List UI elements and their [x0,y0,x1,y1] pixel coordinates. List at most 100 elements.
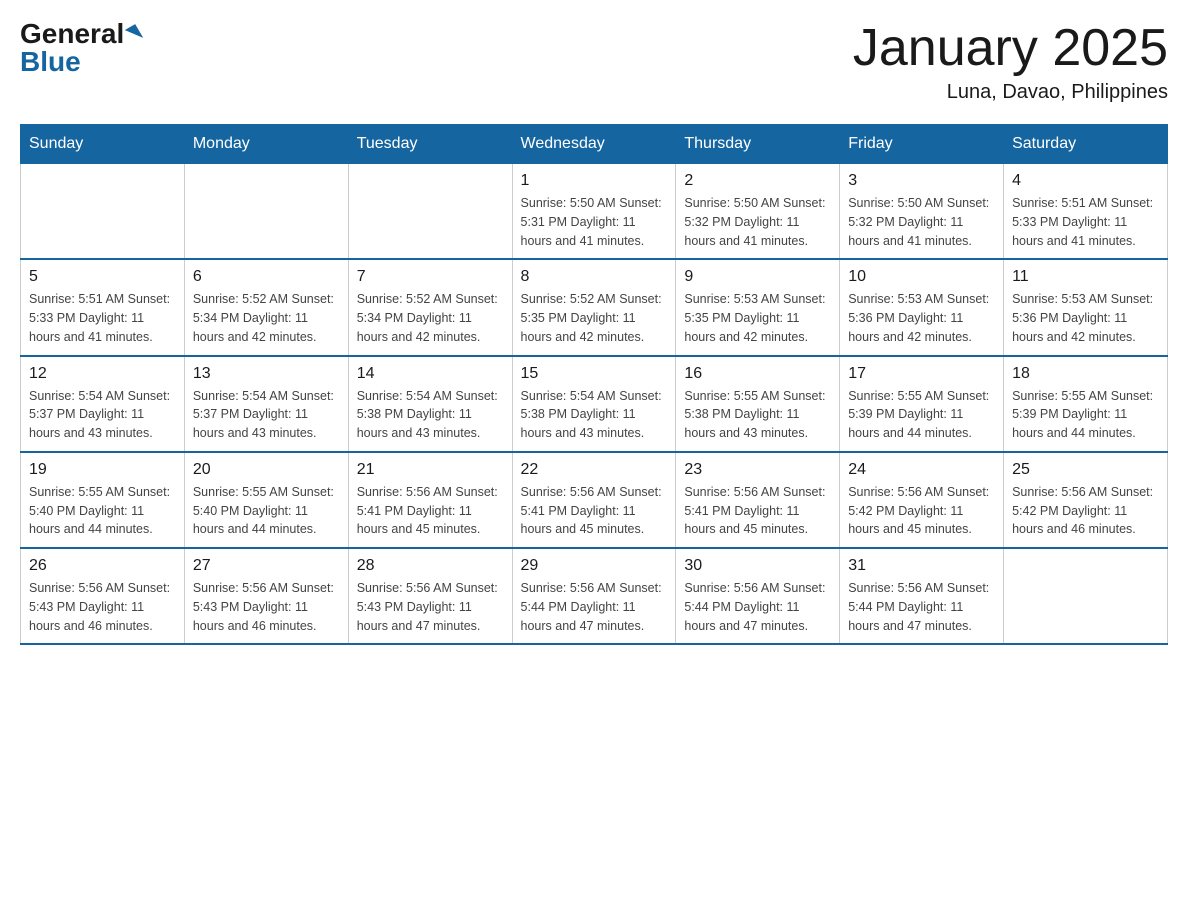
day-info: Sunrise: 5:56 AM Sunset: 5:41 PM Dayligh… [357,483,504,539]
day-number: 1 [521,172,668,190]
day-info: Sunrise: 5:55 AM Sunset: 5:40 PM Dayligh… [193,483,340,539]
day-number: 21 [357,461,504,479]
day-info: Sunrise: 5:52 AM Sunset: 5:34 PM Dayligh… [357,290,504,346]
day-number: 22 [521,461,668,479]
table-row [184,164,348,260]
day-info: Sunrise: 5:53 AM Sunset: 5:36 PM Dayligh… [1012,290,1159,346]
table-row [1004,548,1168,644]
table-row: 26Sunrise: 5:56 AM Sunset: 5:43 PM Dayli… [21,548,185,644]
calendar-header: Sunday Monday Tuesday Wednesday Thursday… [21,125,1168,164]
header-row: Sunday Monday Tuesday Wednesday Thursday… [21,125,1168,164]
day-number: 24 [848,461,995,479]
header-monday: Monday [184,125,348,164]
logo-general-text: General [20,20,124,48]
calendar-subtitle: Luna, Davao, Philippines [853,81,1168,104]
day-info: Sunrise: 5:55 AM Sunset: 5:39 PM Dayligh… [848,387,995,443]
day-number: 28 [357,557,504,575]
day-info: Sunrise: 5:55 AM Sunset: 5:40 PM Dayligh… [29,483,176,539]
day-number: 20 [193,461,340,479]
table-row: 14 Sunrise: 5:54 AM Sunset: 5:38 PM Dayli… [348,356,512,452]
day-info: Sunrise: 5:50 AM Sunset: 5:32 PM Dayligh… [848,194,995,250]
day-info: Sunrise: 5:56 AM Sunset: 5:43 PM Dayligh… [357,579,504,635]
header-tuesday: Tuesday [348,125,512,164]
day-info: Sunrise: 5:56 AM Sunset: 5:42 PM Dayligh… [1012,483,1159,539]
table-row: 24 Sunrise: 5:56 AM Sunset: 5:42 PM Dayli… [840,452,1004,548]
day-number: 2 [684,172,831,190]
day-info: Sunrise: 5:56 AM Sunset: 5:41 PM Dayligh… [684,483,831,539]
day-info: Sunrise: 5:55 AM Sunset: 5:38 PM Dayligh… [684,387,831,443]
day-info: Sunrise: 5:52 AM Sunset: 5:35 PM Dayligh… [521,290,668,346]
day-info: Sunrise: 5:50 AM Sunset: 5:31 PM Dayligh… [521,194,668,250]
page-header: General Blue January 2025 Luna, Davao, P… [20,20,1168,104]
table-row: 10Sunrise: 5:53 AM Sunset: 5:36 PM Dayli… [840,259,1004,355]
table-row: 8 Sunrise: 5:52 AM Sunset: 5:35 PM Daylig… [512,259,676,355]
table-row: 18 Sunrise: 5:55 AM Sunset: 5:39 PM Dayli… [1004,356,1168,452]
day-info: Sunrise: 5:51 AM Sunset: 5:33 PM Dayligh… [29,290,176,346]
table-row: 7 Sunrise: 5:52 AM Sunset: 5:34 PM Daylig… [348,259,512,355]
day-info: Sunrise: 5:55 AM Sunset: 5:39 PM Dayligh… [1012,387,1159,443]
day-info: Sunrise: 5:56 AM Sunset: 5:43 PM Dayligh… [193,579,340,635]
day-number: 14 [357,365,504,383]
day-info: Sunrise: 5:54 AM Sunset: 5:37 PM Dayligh… [193,387,340,443]
day-number: 30 [684,557,831,575]
day-number: 27 [193,557,340,575]
day-number: 29 [521,557,668,575]
day-number: 8 [521,268,668,286]
calendar-table: Sunday Monday Tuesday Wednesday Thursday… [20,124,1168,645]
day-info: Sunrise: 5:56 AM Sunset: 5:44 PM Dayligh… [848,579,995,635]
day-info: Sunrise: 5:53 AM Sunset: 5:35 PM Dayligh… [684,290,831,346]
calendar-title: January 2025 [853,20,1168,77]
day-number: 5 [29,268,176,286]
table-row: 9 Sunrise: 5:53 AM Sunset: 5:35 PM Daylig… [676,259,840,355]
day-info: Sunrise: 5:54 AM Sunset: 5:38 PM Dayligh… [521,387,668,443]
table-row: 29 Sunrise: 5:56 AM Sunset: 5:44 PM Dayli… [512,548,676,644]
day-number: 26 [29,557,176,575]
day-info: Sunrise: 5:56 AM Sunset: 5:41 PM Dayligh… [521,483,668,539]
day-number: 11 [1012,268,1159,286]
day-number: 12 [29,365,176,383]
table-row: 28 Sunrise: 5:56 AM Sunset: 5:43 PM Dayli… [348,548,512,644]
day-info: Sunrise: 5:50 AM Sunset: 5:32 PM Dayligh… [684,194,831,250]
day-info: Sunrise: 5:54 AM Sunset: 5:38 PM Dayligh… [357,387,504,443]
table-row: 5 Sunrise: 5:51 AM Sunset: 5:33 PM Daylig… [21,259,185,355]
header-saturday: Saturday [1004,125,1168,164]
calendar-week-row: 12 Sunrise: 5:54 AM Sunset: 5:37 PM Dayli… [21,356,1168,452]
day-number: 9 [684,268,831,286]
header-friday: Friday [840,125,1004,164]
table-row: 2 Sunrise: 5:50 AM Sunset: 5:32 PM Daylig… [676,164,840,260]
day-info: Sunrise: 5:54 AM Sunset: 5:37 PM Dayligh… [29,387,176,443]
calendar-week-row: 1 Sunrise: 5:50 AM Sunset: 5:31 PM Daylig… [21,164,1168,260]
table-row: 13Sunrise: 5:54 AM Sunset: 5:37 PM Dayli… [184,356,348,452]
table-row [348,164,512,260]
table-row: 31 Sunrise: 5:56 AM Sunset: 5:44 PM Dayli… [840,548,1004,644]
day-number: 7 [357,268,504,286]
day-number: 19 [29,461,176,479]
day-number: 18 [1012,365,1159,383]
table-row: 27 Sunrise: 5:56 AM Sunset: 5:43 PM Dayli… [184,548,348,644]
header-sunday: Sunday [21,125,185,164]
table-row: 4 Sunrise: 5:51 AM Sunset: 5:33 PM Daylig… [1004,164,1168,260]
table-row: 19 Sunrise: 5:55 AM Sunset: 5:40 PM Dayli… [21,452,185,548]
day-number: 23 [684,461,831,479]
day-info: Sunrise: 5:56 AM Sunset: 5:44 PM Dayligh… [521,579,668,635]
day-number: 6 [193,268,340,286]
day-info: Sunrise: 5:56 AM Sunset: 5:42 PM Dayligh… [848,483,995,539]
day-info: Sunrise: 5:51 AM Sunset: 5:33 PM Dayligh… [1012,194,1159,250]
table-row: 22 Sunrise: 5:56 AM Sunset: 5:41 PM Dayli… [512,452,676,548]
table-row: 20 Sunrise: 5:55 AM Sunset: 5:40 PM Dayli… [184,452,348,548]
table-row: 1 Sunrise: 5:50 AM Sunset: 5:31 PM Daylig… [512,164,676,260]
logo-arrow-icon [125,24,143,44]
calendar-body: 1 Sunrise: 5:50 AM Sunset: 5:31 PM Daylig… [21,164,1168,645]
table-row: 16 Sunrise: 5:55 AM Sunset: 5:38 PM Dayli… [676,356,840,452]
calendar-week-row: 26 Sunrise: 5:56 AM Sunset: 5:43 PM Dayli… [21,548,1168,644]
day-number: 31 [848,557,995,575]
day-number: 4 [1012,172,1159,190]
header-wednesday: Wednesday [512,125,676,164]
table-row: 15Sunrise: 5:54 AM Sunset: 5:38 PM Dayli… [512,356,676,452]
table-row: 17Sunrise: 5:55 AM Sunset: 5:39 PM Dayli… [840,356,1004,452]
table-row: 6 Sunrise: 5:52 AM Sunset: 5:34 PM Daylig… [184,259,348,355]
day-number: 16 [684,365,831,383]
calendar-week-row: 19 Sunrise: 5:55 AM Sunset: 5:40 PM Dayli… [21,452,1168,548]
day-info: Sunrise: 5:53 AM Sunset: 5:36 PM Dayligh… [848,290,995,346]
day-info: Sunrise: 5:52 AM Sunset: 5:34 PM Dayligh… [193,290,340,346]
